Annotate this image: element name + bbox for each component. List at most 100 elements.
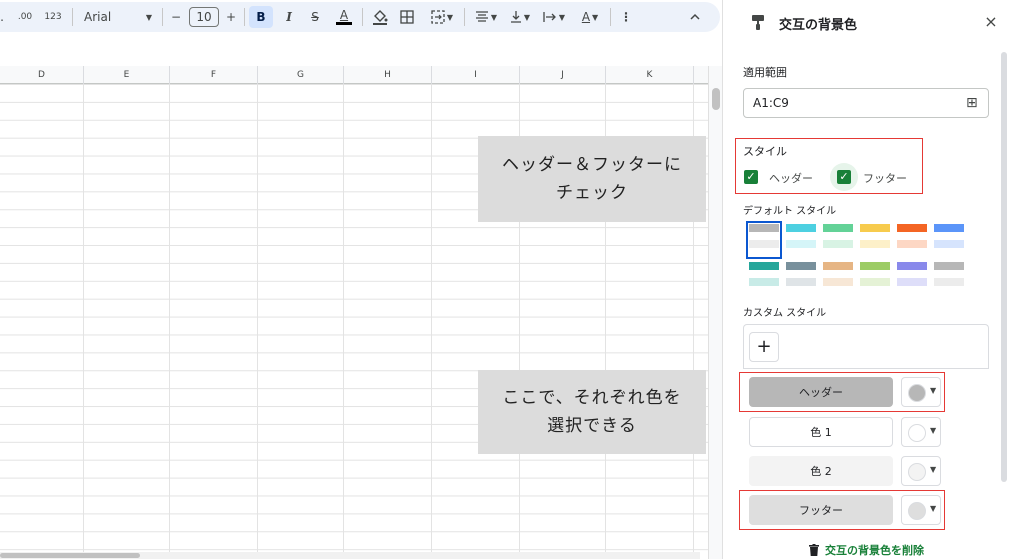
strikethrough-button[interactable]: S — [304, 6, 326, 28]
column-header-row: D E F G H I J K — [0, 66, 710, 84]
column-header-f[interactable]: F — [170, 66, 258, 84]
decimal-decrease-button[interactable]: . — [0, 6, 6, 28]
swatch-band — [823, 286, 853, 294]
swatch-band — [897, 240, 927, 248]
swatch-band — [860, 232, 890, 240]
footer-checkbox-label: フッター — [863, 172, 907, 185]
swatch-band — [786, 262, 816, 270]
default-style-swatch[interactable] — [786, 224, 816, 256]
add-custom-style-button[interactable]: + — [749, 332, 779, 362]
default-style-swatch[interactable] — [823, 224, 853, 256]
column-header-k[interactable]: K — [606, 66, 694, 84]
vertical-align-button[interactable]: ▼ — [504, 6, 536, 28]
range-input[interactable]: A1:C9 ⊞ — [743, 88, 989, 118]
toolbar-divider — [464, 8, 465, 26]
header-color-dot — [908, 384, 926, 402]
default-style-swatch[interactable] — [786, 262, 816, 294]
borders-icon — [400, 10, 414, 24]
borders-button[interactable] — [396, 6, 418, 28]
toolbar-divider — [72, 8, 73, 26]
italic-button[interactable]: I — [278, 6, 300, 28]
header-checkbox[interactable]: ✓ — [744, 170, 758, 184]
header-color-picker[interactable]: ▼ — [901, 377, 941, 407]
bold-button[interactable]: B — [249, 6, 273, 28]
font-size-increase-button[interactable]: + — [221, 6, 241, 28]
toolbar-divider — [362, 8, 363, 26]
swatch-band — [823, 278, 853, 286]
default-style-swatch[interactable] — [749, 262, 779, 294]
swatch-band — [934, 232, 964, 240]
footer-checkbox[interactable]: ✓ — [837, 170, 851, 184]
default-style-swatch[interactable] — [897, 224, 927, 256]
font-family-value: Arial — [84, 10, 112, 24]
decimal-increase-button[interactable]: .00 — [14, 6, 36, 28]
default-styles-label: デフォルト スタイル — [743, 206, 837, 217]
text-color-button[interactable]: A — [332, 6, 356, 28]
horizontal-align-button[interactable]: ▼ — [470, 6, 502, 28]
footer-color-dot — [908, 502, 926, 520]
default-style-swatch[interactable] — [860, 262, 890, 294]
color2-style-button[interactable]: 色 2 — [749, 456, 893, 486]
toolbar: . .00 123 Arial ▼ − 10 + B I S A ▼ ▼ ▼ ▼… — [0, 0, 722, 34]
text-wrap-button[interactable]: ▼ — [538, 6, 570, 28]
font-size-input[interactable]: 10 — [189, 7, 219, 27]
text-color-icon: A — [339, 8, 349, 22]
font-family-select[interactable]: Arial ▼ — [80, 6, 156, 28]
vertical-scrollbar[interactable] — [708, 66, 722, 559]
text-wrap-icon — [543, 12, 556, 22]
chevron-down-icon: ▼ — [930, 504, 937, 513]
style-label: スタイル — [743, 145, 787, 158]
fill-color-button[interactable] — [368, 6, 392, 28]
remove-alternating-colors-button[interactable]: 交互の背景色を削除 — [825, 542, 924, 558]
swatch-band — [897, 248, 927, 256]
chevron-down-icon: ▼ — [145, 12, 152, 22]
text-rotation-button[interactable]: A ▼ — [574, 6, 606, 28]
column-header-g[interactable]: G — [258, 66, 344, 84]
collapse-toolbar-button[interactable] — [684, 6, 706, 28]
swatch-band — [897, 224, 927, 232]
swatch-band — [823, 248, 853, 256]
merge-cells-button[interactable]: ▼ — [424, 6, 460, 28]
chevron-down-icon: ▼ — [558, 12, 566, 22]
column-header-h[interactable]: H — [344, 66, 432, 84]
column-header-d[interactable]: D — [0, 66, 84, 84]
more-options-button[interactable]: ⋮ — [616, 6, 636, 28]
toolbar-divider — [162, 8, 163, 26]
merge-cells-icon — [431, 10, 445, 24]
swatch-band — [860, 270, 890, 278]
header-style-button[interactable]: ヘッダー — [749, 377, 893, 407]
default-style-swatch[interactable] — [934, 224, 964, 256]
horizontal-scroll-thumb[interactable] — [0, 553, 140, 558]
color1-style-button[interactable]: 色 1 — [749, 417, 893, 447]
text-color-bar — [336, 22, 352, 25]
toolbar-divider — [610, 8, 611, 26]
close-icon[interactable]: × — [981, 12, 1001, 31]
swatch-band — [786, 278, 816, 286]
default-style-swatch[interactable] — [934, 262, 964, 294]
range-value: A1:C9 — [753, 96, 789, 110]
default-style-swatch[interactable] — [860, 224, 890, 256]
swatch-band — [786, 232, 816, 240]
column-header-i[interactable]: I — [432, 66, 520, 84]
custom-styles-label: カスタム スタイル — [743, 308, 827, 319]
footer-style-button[interactable]: フッター — [749, 495, 893, 525]
vertical-scroll-thumb[interactable] — [712, 88, 720, 110]
number-format-button[interactable]: 123 — [42, 6, 64, 28]
chevron-down-icon: ▼ — [490, 12, 498, 22]
panel-scrollbar[interactable] — [1001, 52, 1007, 482]
default-style-swatch[interactable] — [823, 262, 853, 294]
footer-color-picker[interactable]: ▼ — [901, 495, 941, 525]
column-header-j[interactable]: J — [520, 66, 606, 84]
horizontal-scrollbar[interactable] — [0, 552, 700, 559]
column-header-e[interactable]: E — [84, 66, 170, 84]
chevron-down-icon: ▼ — [592, 12, 599, 22]
select-range-icon[interactable]: ⊞ — [966, 95, 978, 111]
font-size-decrease-button[interactable]: − — [166, 6, 186, 28]
color2-color-picker[interactable]: ▼ — [901, 456, 941, 486]
annotation-text: ここで、それぞれ色を 選択できる — [502, 388, 682, 436]
swatch-band — [786, 286, 816, 294]
default-style-swatch[interactable] — [897, 262, 927, 294]
color1-color-picker[interactable]: ▼ — [901, 417, 941, 447]
toolbar-divider — [244, 8, 245, 26]
default-style-swatch[interactable] — [746, 221, 782, 259]
